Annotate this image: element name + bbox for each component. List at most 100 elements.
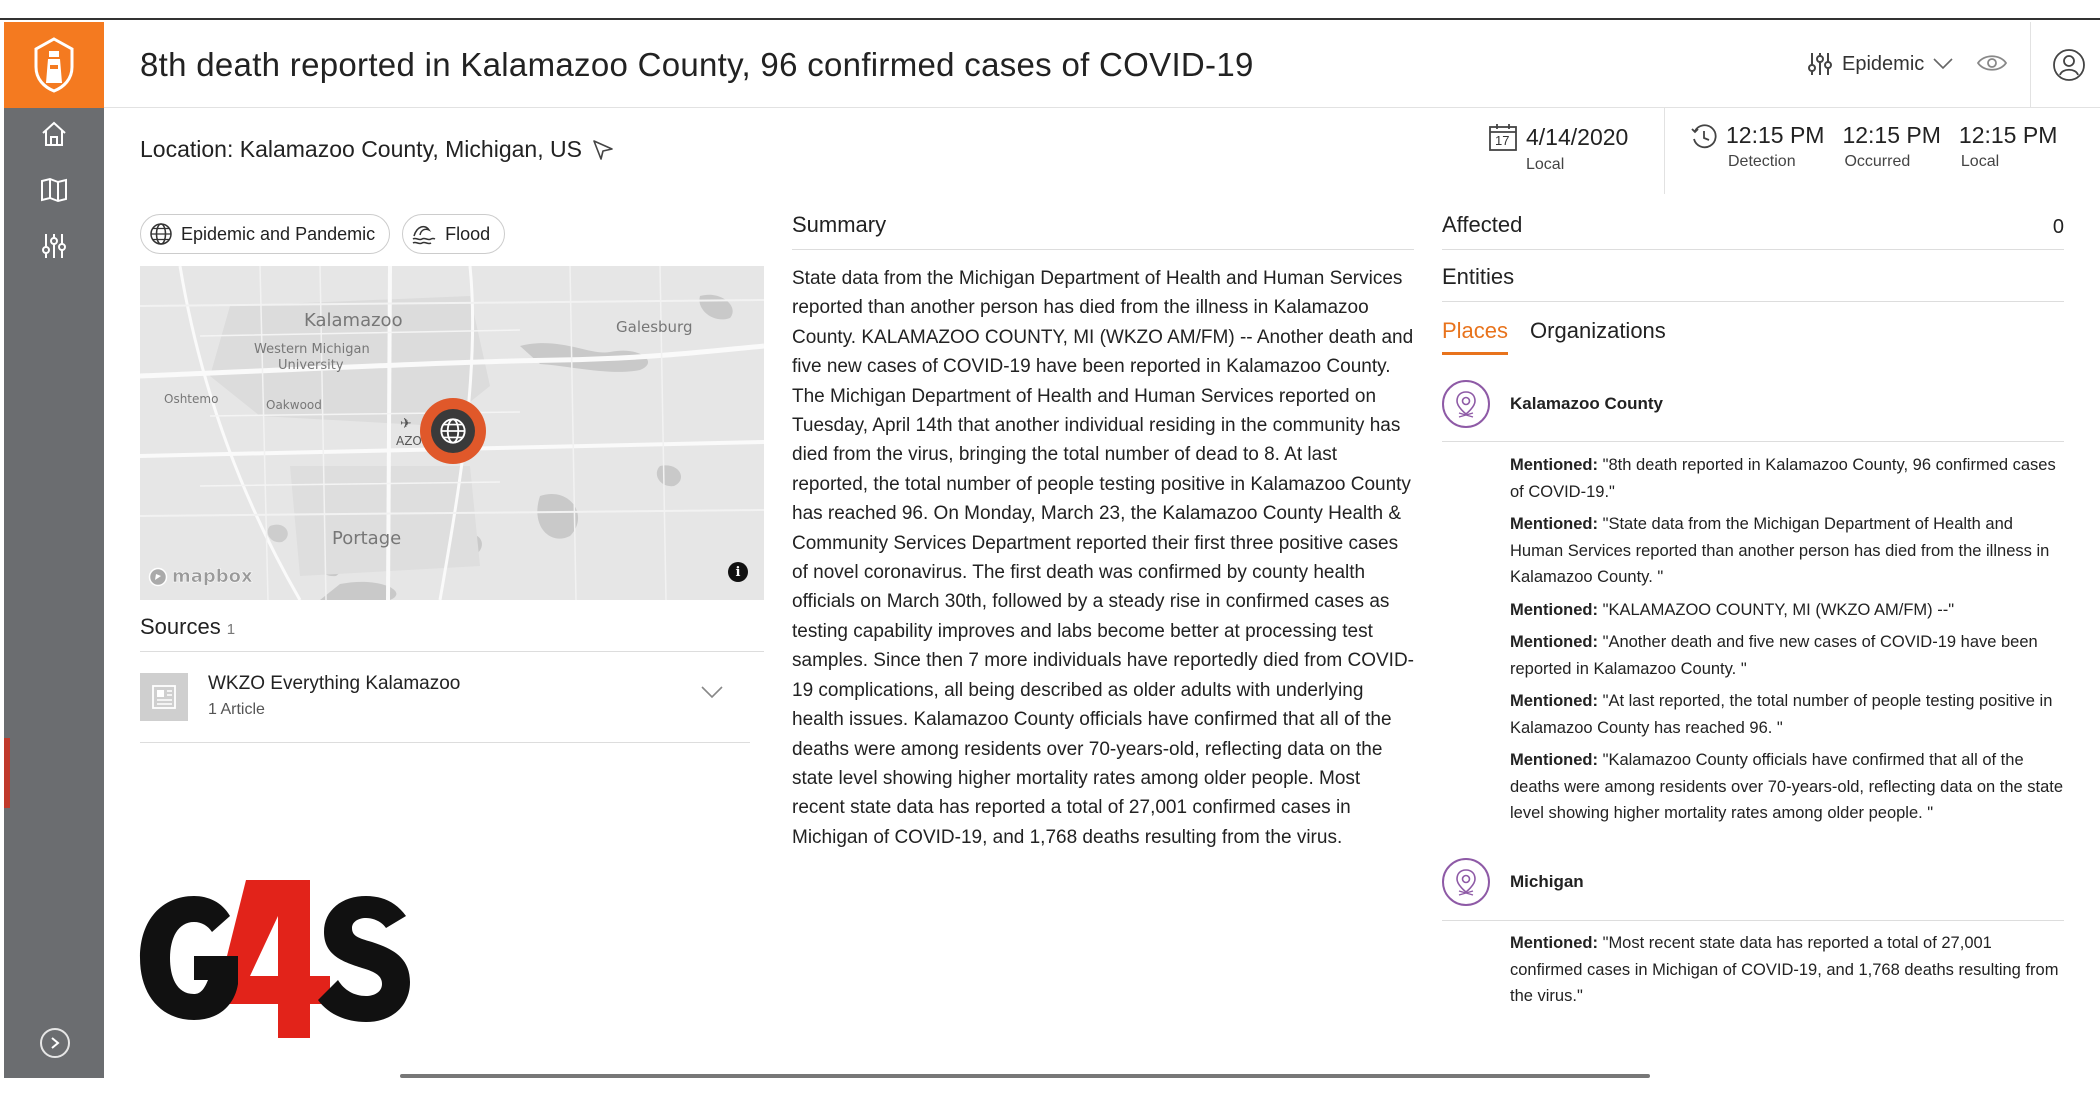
lighthouse-logo-icon — [34, 37, 74, 93]
app-logo[interactable] — [4, 22, 104, 108]
filters-icon[interactable] — [38, 230, 70, 262]
time-detection: 12:15 PM Detection — [1726, 122, 1824, 171]
entities-tabs: Places Organizations — [1442, 318, 1666, 355]
mention-item: Mentioned: "Kalamazoo County officials h… — [1510, 747, 2066, 827]
time-local: 12:15 PM Local — [1959, 122, 2057, 171]
window-top-border — [0, 0, 2100, 20]
entities-header: Entities — [1442, 264, 2064, 302]
g4s-logo — [138, 880, 410, 1040]
map-pin-icon — [1442, 858, 1490, 906]
category-tags: Epidemic and Pandemic Flood — [140, 214, 506, 254]
mention-label: Mentioned: — [1510, 633, 1598, 651]
map-label-portage: Portage — [332, 528, 402, 549]
event-map-marker[interactable] — [420, 398, 486, 464]
airport-icon: ✈ — [400, 416, 412, 432]
event-header: 8th death reported in Kalamazoo County, … — [104, 22, 2100, 108]
time-divider — [1664, 108, 1665, 194]
page-title: 8th death reported in Kalamazoo County, … — [140, 46, 1254, 83]
info-icon: i — [735, 564, 741, 580]
clock-history-icon — [1691, 124, 1717, 149]
mention-item: Mentioned: "Another death and five new c… — [1510, 629, 2066, 682]
horizontal-scrollbar[interactable] — [400, 1074, 1650, 1078]
place-item-michigan[interactable]: Michigan — [1442, 858, 2064, 920]
category-filter-label: Epidemic — [1842, 52, 1925, 75]
calendar-day: 17 — [1495, 133, 1510, 148]
place-name: Kalamazoo County — [1510, 394, 1664, 413]
mapbox-icon — [148, 567, 168, 586]
tag-epidemic[interactable]: Epidemic and Pandemic — [140, 214, 391, 254]
map-label-azo: AZO — [396, 434, 422, 448]
tab-organizations[interactable]: Organizations — [1530, 318, 1666, 355]
event-times: 12:15 PM Detection 12:15 PM Occurred 12:… — [1690, 122, 2057, 171]
map-label-oshtemo: Oshtemo — [164, 392, 219, 406]
tab-places[interactable]: Places — [1442, 318, 1509, 355]
bottom-edge — [104, 1078, 2100, 1099]
time-occurred: 12:15 PM Occurred — [1842, 122, 1940, 171]
location-text: Location: Kalamazoo County, Michigan, US — [140, 136, 582, 162]
mention-item: Mentioned: "KALAMAZOO COUNTY, MI (WKZO A… — [1510, 597, 2066, 624]
map-info-button[interactable]: i — [728, 562, 748, 582]
time-label: Local — [1960, 153, 2000, 170]
tag-label: Epidemic and Pandemic — [181, 223, 376, 244]
summary-header: Summary — [792, 212, 1414, 250]
calendar-icon: 17 — [1488, 122, 1518, 152]
event-date: 17 4/14/2020 Local — [1488, 122, 1628, 174]
watch-toggle[interactable] — [1976, 52, 2008, 79]
place-mentions-kalamazoo: Mentioned: "8th death reported in Kalama… — [1510, 452, 2066, 833]
time-value: 12:15 PM — [1842, 122, 1941, 148]
category-filter-dropdown[interactable]: Epidemic — [1806, 50, 1954, 78]
user-avatar-icon — [2053, 49, 2085, 81]
mapbox-logo: mapbox — [148, 566, 253, 587]
globe-icon — [150, 223, 172, 245]
location-bar: Location: Kalamazoo County, Michigan, US… — [104, 108, 2100, 194]
user-menu-button[interactable] — [2052, 48, 2086, 87]
event-location: Location: Kalamazoo County, Michigan, US — [140, 136, 614, 163]
time-value: 12:15 PM — [1958, 122, 2058, 148]
affected-header: Affected 0 — [1442, 212, 2064, 250]
tag-label: Flood — [445, 223, 491, 244]
tag-flood[interactable]: Flood — [402, 214, 506, 254]
date-label: Local — [1526, 156, 1565, 173]
place-divider — [1442, 920, 2064, 921]
sources-title: Sources — [140, 614, 221, 639]
map-label-wmu-2: University — [278, 358, 344, 373]
mention-item: Mentioned: "Most recent state data has r… — [1510, 930, 2066, 1010]
map-label-kalamazoo: Kalamazoo — [304, 310, 403, 331]
map-label-galesburg: Galesburg — [616, 318, 693, 336]
expand-sidebar-button[interactable] — [40, 1028, 70, 1058]
home-icon[interactable] — [38, 118, 70, 150]
map-book-icon[interactable] — [38, 174, 70, 206]
sources-count: 1 — [226, 621, 236, 638]
time-label: Detection — [1728, 153, 1796, 170]
place-mentions-michigan: Mentioned: "Most recent state data has r… — [1510, 930, 2066, 1016]
map-label-wmu: Western Michigan — [254, 342, 370, 357]
source-article-count: 1 Article — [208, 701, 265, 718]
mention-label: Mentioned: — [1510, 934, 1598, 952]
filters-icon — [1808, 53, 1832, 75]
place-item-kalamazoo-county[interactable]: Kalamazoo County — [1442, 380, 2064, 442]
mention-label: Mentioned: — [1510, 692, 1598, 710]
sidebar — [4, 108, 104, 1078]
mention-item: Mentioned: "State data from the Michigan… — [1510, 511, 2066, 591]
header-divider — [2030, 22, 2031, 108]
globe-icon — [440, 418, 466, 444]
chevron-down-icon[interactable] — [700, 685, 724, 699]
map-pin-icon — [1442, 380, 1490, 428]
date-value: 4/14/2020 — [1526, 123, 1629, 150]
affected-count: 0 — [2052, 216, 2064, 238]
chevron-down-icon — [1933, 58, 1953, 70]
flood-icon — [412, 225, 436, 245]
eye-icon — [1976, 55, 2008, 71]
affected-label: Affected — [1442, 212, 1523, 237]
source-name: WKZO Everything Kalamazoo — [208, 673, 461, 694]
mention-label: Mentioned: — [1510, 751, 1598, 769]
map-label-oakwood: Oakwood — [266, 398, 322, 412]
sources-header: Sources 1 — [140, 614, 764, 652]
event-map[interactable]: Kalamazoo Galesburg Western Michigan Uni… — [140, 266, 764, 600]
sidebar-active-marker — [4, 738, 10, 808]
mention-item: Mentioned: "8th death reported in Kalama… — [1510, 452, 2066, 505]
mention-label: Mentioned: — [1510, 600, 1598, 619]
source-item[interactable]: WKZO Everything Kalamazoo 1 Article — [140, 653, 750, 743]
time-value: 12:15 PM — [1726, 122, 1825, 148]
navigate-arrow-icon[interactable] — [592, 139, 614, 161]
